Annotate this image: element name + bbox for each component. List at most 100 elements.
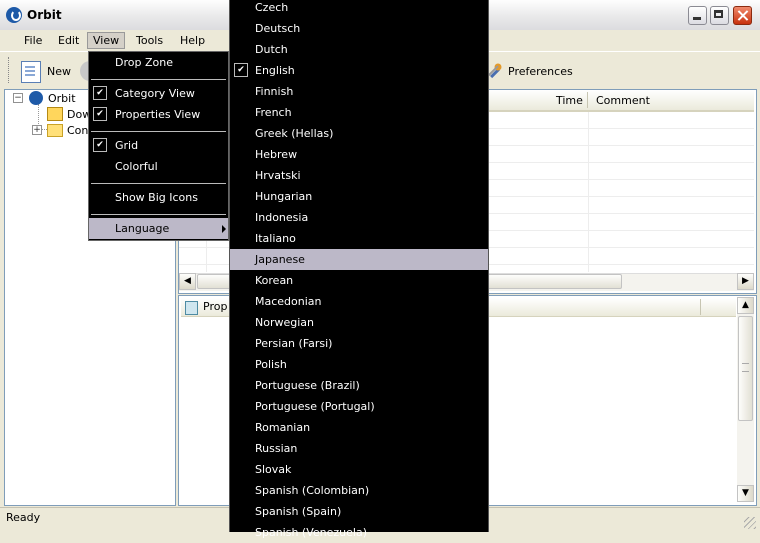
preferences-button[interactable]: Preferences (508, 65, 573, 78)
tree-expand-icon[interactable]: + (32, 125, 42, 135)
properties-tab[interactable]: Prop (203, 300, 227, 313)
header-separator[interactable] (700, 299, 701, 315)
column-header-time[interactable]: Time (556, 94, 583, 107)
view-menu-item-label: Show Big Icons (115, 191, 198, 204)
check-icon: ✔ (93, 107, 107, 121)
language-item-hungarian[interactable]: Hungarian (230, 186, 488, 207)
language-item-polish[interactable]: Polish (230, 354, 488, 375)
language-item-hebrew[interactable]: Hebrew (230, 144, 488, 165)
menu-edit[interactable]: Edit (53, 32, 84, 49)
view-menu-item-label: Category View (115, 87, 195, 100)
view-menu-item-label: Properties View (115, 108, 201, 121)
language-item-label: Portuguese (Portugal) (255, 400, 375, 413)
language-item-slovak[interactable]: Slovak (230, 459, 488, 480)
language-item-korean[interactable]: Korean (230, 270, 488, 291)
check-icon: ✔ (93, 86, 107, 100)
language-item-english[interactable]: ✔ English (230, 60, 488, 81)
scroll-up-icon[interactable]: ▲ (737, 297, 754, 314)
language-item-label: Indonesia (255, 211, 309, 224)
language-item-russian[interactable]: Russian (230, 438, 488, 459)
language-item-label: Macedonian (255, 295, 322, 308)
language-item-indonesia[interactable]: Indonesia (230, 207, 488, 228)
close-button[interactable] (733, 6, 752, 25)
minimize-button[interactable] (688, 6, 707, 25)
language-item-label: Finnish (255, 85, 294, 98)
view-menu-colorful[interactable]: Colorful (89, 156, 228, 177)
window-title: Orbit (27, 8, 62, 22)
scroll-left-icon[interactable]: ◀ (179, 273, 196, 290)
scroll-down-icon[interactable]: ▼ (737, 485, 754, 502)
status-text: Ready (6, 511, 41, 524)
view-menu-item-label: Drop Zone (115, 56, 173, 69)
language-item-czech[interactable]: Czech (230, 0, 488, 18)
language-item-finnish[interactable]: Finnish (230, 81, 488, 102)
language-item-label: Korean (255, 274, 294, 287)
language-item-label: Spanish (Colombian) (255, 484, 370, 497)
folder-icon (47, 124, 63, 137)
toolbar-grip[interactable] (8, 57, 12, 83)
language-item-greek-hellas[interactable]: Greek (Hellas) (230, 123, 488, 144)
language-item-label: French (255, 106, 292, 119)
language-item-dutch[interactable]: Dutch (230, 39, 488, 60)
tree-item-orbit[interactable]: Orbit (48, 92, 76, 105)
menu-help[interactable]: Help (175, 32, 210, 49)
view-menu-item-label: Language (115, 222, 170, 235)
view-menu-properties-view[interactable]: ✔ Properties View (89, 104, 228, 125)
language-item-spanish-spain[interactable]: Spanish (Spain) (230, 501, 488, 522)
language-item-label: Hungarian (255, 190, 313, 203)
check-icon: ✔ (93, 138, 107, 152)
language-item-label: Italiano (255, 232, 296, 245)
language-item-japanese[interactable]: Japanese (230, 249, 488, 270)
view-menu-grid[interactable]: ✔ Grid (89, 135, 228, 156)
header-separator[interactable] (587, 92, 588, 108)
language-item-italiano[interactable]: Italiano (230, 228, 488, 249)
language-item-label: Slovak (255, 463, 292, 476)
view-menu-item-label: Colorful (115, 160, 158, 173)
language-item-french[interactable]: French (230, 102, 488, 123)
new-document-icon[interactable] (21, 61, 41, 83)
menu-tools[interactable]: Tools (131, 32, 168, 49)
scroll-grip-icon (742, 363, 749, 372)
resize-grip-icon[interactable] (744, 517, 756, 529)
tree-collapse-icon[interactable]: − (13, 93, 23, 103)
menu-view[interactable]: View (87, 32, 126, 49)
language-item-label: Hrvatski (255, 169, 301, 182)
menu-separator (91, 183, 226, 184)
language-item-label: English (255, 64, 295, 77)
language-item-label: Russian (255, 442, 298, 455)
menu-file[interactable]: File (19, 32, 47, 49)
language-item-spanish-venezuela[interactable]: Spanish (Venezuela) (230, 522, 488, 543)
orbit-app-icon (6, 7, 22, 23)
column-header-comment[interactable]: Comment (596, 94, 650, 107)
scroll-right-icon[interactable]: ▶ (737, 273, 754, 290)
language-item-romanian[interactable]: Romanian (230, 417, 488, 438)
orbit-node-icon (29, 91, 43, 105)
language-item-label: Spanish (Venezuela) (255, 526, 368, 539)
tree-item-con[interactable]: Con (67, 124, 88, 137)
view-menu-language[interactable]: Language (89, 218, 228, 239)
language-item-hrvatski[interactable]: Hrvatski (230, 165, 488, 186)
view-menu-show-big-icons[interactable]: Show Big Icons (89, 187, 228, 208)
view-menu-category-view[interactable]: ✔ Category View (89, 83, 228, 104)
language-item-persian-farsi[interactable]: Persian (Farsi) (230, 333, 488, 354)
grid-column-line (588, 112, 589, 272)
language-item-deutsch[interactable]: Deutsch (230, 18, 488, 39)
language-item-macedonian[interactable]: Macedonian (230, 291, 488, 312)
language-item-label: Dutch (255, 43, 288, 56)
language-item-label: Hebrew (255, 148, 298, 161)
language-item-label: Romanian (255, 421, 311, 434)
menu-separator (91, 131, 226, 132)
language-item-portuguese-brazil[interactable]: Portuguese (Brazil) (230, 375, 488, 396)
view-menu-drop-zone[interactable]: Drop Zone (89, 52, 228, 73)
new-button[interactable]: New (47, 65, 71, 78)
maximize-button[interactable] (710, 6, 729, 25)
language-item-label: Persian (Farsi) (255, 337, 333, 350)
menu-separator (91, 214, 226, 215)
language-item-label: Polish (255, 358, 287, 371)
language-item-norwegian[interactable]: Norwegian (230, 312, 488, 333)
language-item-label: Greek (Hellas) (255, 127, 334, 140)
language-item-label: Norwegian (255, 316, 314, 329)
language-item-portuguese-portugal[interactable]: Portuguese (Portugal) (230, 396, 488, 417)
language-item-label: Japanese (255, 253, 305, 266)
language-item-spanish-colombian[interactable]: Spanish (Colombian) (230, 480, 488, 501)
